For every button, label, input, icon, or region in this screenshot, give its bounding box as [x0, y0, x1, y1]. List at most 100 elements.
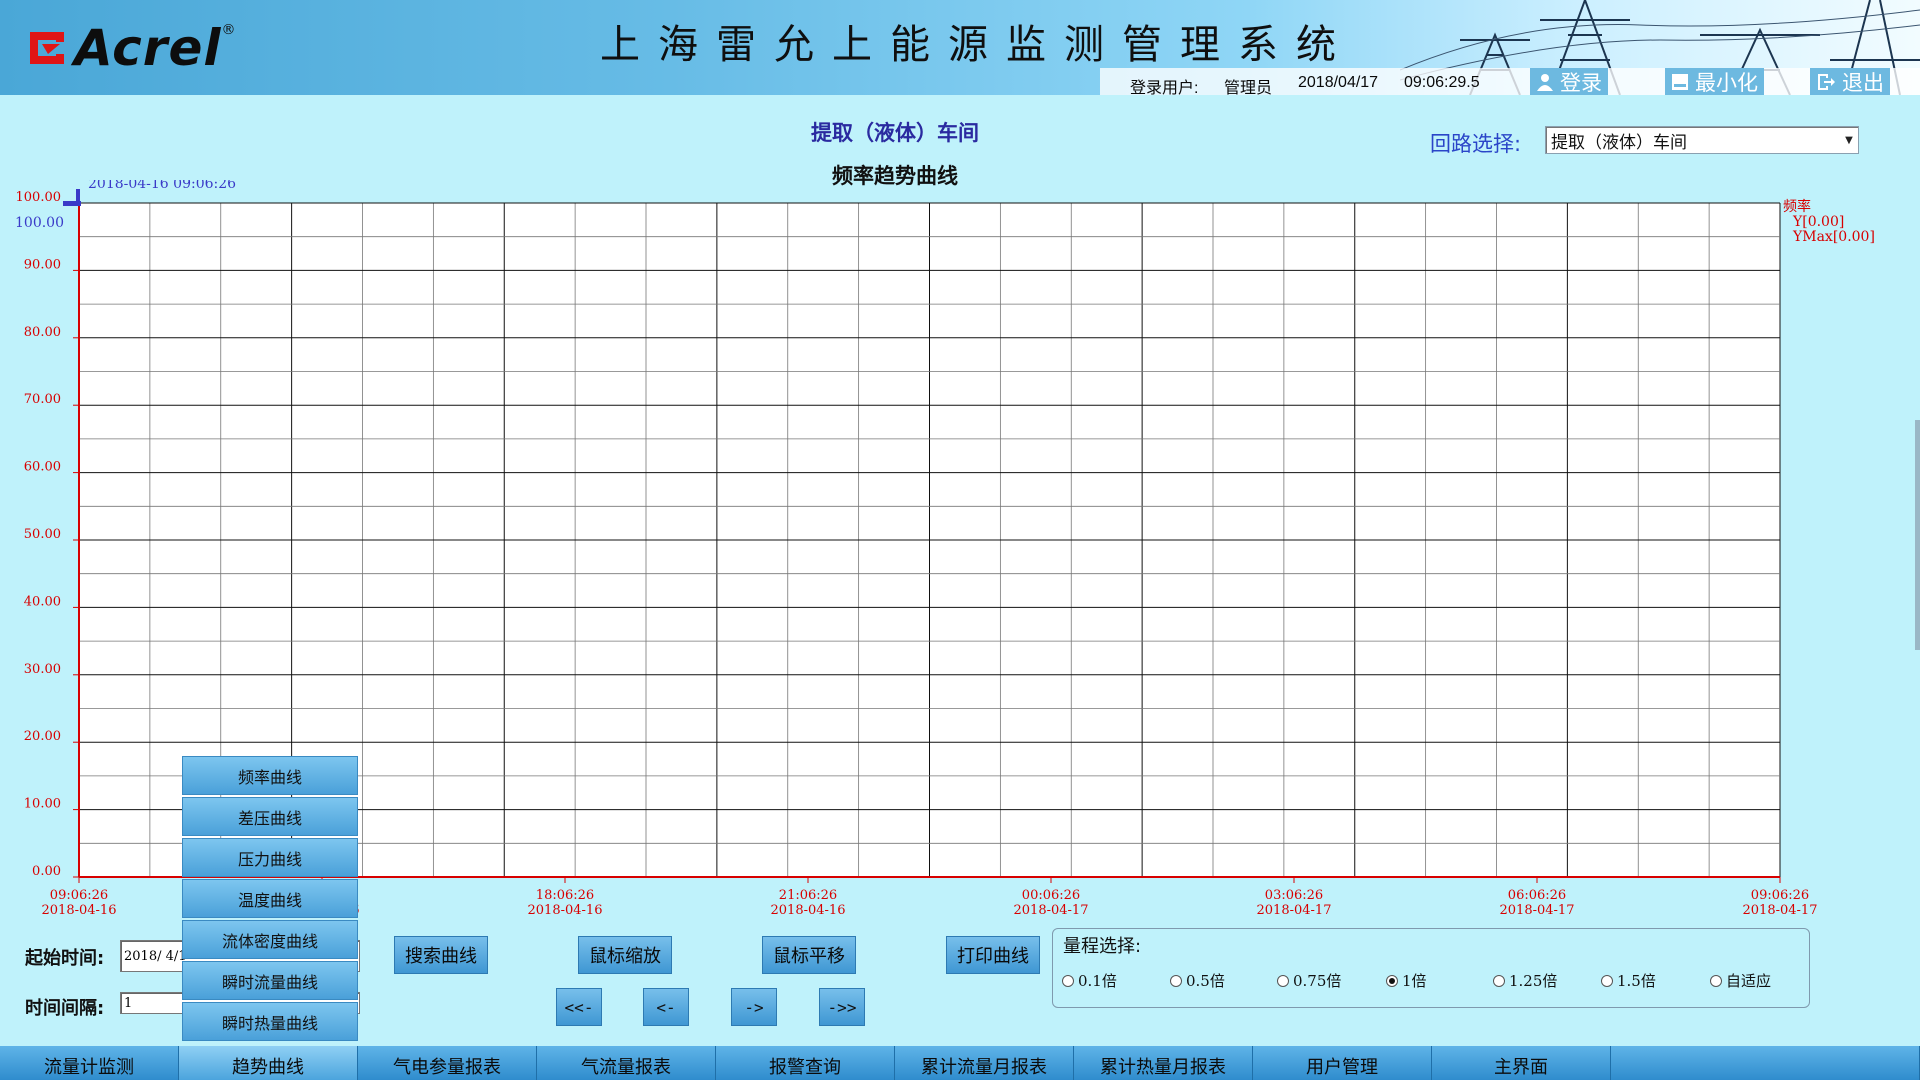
logo-mark-icon: [26, 28, 68, 68]
radio-circle-icon[interactable]: [1277, 974, 1289, 987]
range-option-radio[interactable]: 1倍: [1386, 970, 1427, 991]
nav-tab-empty: [1611, 1046, 1920, 1080]
scrollbar[interactable]: [1915, 420, 1920, 650]
circuit-select-value: 提取（液体）车间: [1551, 132, 1687, 153]
x-tick-label-date: 2018-04-16: [771, 903, 846, 918]
system-title: 上海雷允上能源监测管理系统: [600, 22, 1354, 68]
range-option-radio[interactable]: 1.5倍: [1601, 970, 1656, 991]
range-select-group: [1052, 928, 1810, 1008]
mouse-pan-button[interactable]: 鼠标平移: [762, 936, 856, 974]
x-tick-label-date: 2018-04-16: [528, 903, 603, 918]
nav-tab[interactable]: 主界面: [1432, 1046, 1611, 1080]
radio-circle-icon[interactable]: [1710, 974, 1722, 987]
app-header: Acrel ® 上海雷允上能源监测管理系统 登录用户: 管理员 2018/04/…: [0, 0, 1920, 95]
y-tick-label: 60.00: [24, 460, 61, 475]
cursor-handle-icon: [63, 201, 81, 206]
x-tick-label-date: 2018-04-16: [42, 903, 117, 918]
range-option-label: 0.5倍: [1186, 972, 1225, 990]
x-tick-label-time: 06:06:26: [1508, 888, 1566, 903]
logo-text: Acrel: [74, 19, 222, 77]
circuit-select[interactable]: 提取（液体）车间 ▼: [1545, 126, 1859, 154]
x-tick-label-time: 03:06:26: [1265, 888, 1323, 903]
y-tick-label: 100.00: [16, 190, 62, 205]
range-option-radio[interactable]: 1.25倍: [1493, 970, 1557, 991]
radio-circle-icon[interactable]: [1601, 974, 1613, 987]
range-option-label: 1倍: [1402, 972, 1427, 990]
mouse-zoom-button[interactable]: 鼠标缩放: [578, 936, 672, 974]
range-option-radio[interactable]: 0.75倍: [1277, 970, 1341, 991]
nav-tab[interactable]: 趋势曲线: [179, 1046, 358, 1080]
curve-menu-item[interactable]: 压力曲线: [182, 838, 358, 877]
nav-tab[interactable]: 累计流量月报表: [895, 1046, 1074, 1080]
y-tick-label: 20.00: [24, 729, 61, 744]
y-tick-label: 70.00: [24, 392, 61, 407]
nav-tab[interactable]: 用户管理: [1253, 1046, 1432, 1080]
radio-circle-icon[interactable]: [1062, 974, 1074, 987]
login-button-label: 登录: [1560, 70, 1602, 95]
curve-type-menu: 频率曲线 差压曲线 压力曲线 温度曲线 流体密度曲线 瞬时流量曲线 瞬时热量曲线: [182, 756, 358, 1043]
chevron-down-icon[interactable]: ▼: [1840, 128, 1858, 152]
page-last-button[interactable]: ->>: [819, 988, 865, 1026]
x-tick-label-date: 2018-04-17: [1743, 903, 1818, 918]
page-first-button[interactable]: <<-: [556, 988, 602, 1026]
x-tick-label-time: 09:06:26: [1751, 888, 1809, 903]
page-next-button[interactable]: ->: [731, 988, 777, 1026]
range-option-radio[interactable]: 0.5倍: [1170, 970, 1225, 991]
login-button[interactable]: 登录: [1530, 68, 1608, 95]
user-icon: [1537, 73, 1553, 91]
nav-tab[interactable]: 气电参量报表: [358, 1046, 537, 1080]
nav-tab[interactable]: 累计热量月报表: [1074, 1046, 1253, 1080]
range-option-label: 0.75倍: [1293, 972, 1342, 990]
search-curve-button[interactable]: 搜索曲线: [394, 936, 488, 974]
x-tick-label-time: 00:06:26: [1022, 888, 1080, 903]
circuit-select-label: 回路选择:: [1430, 132, 1522, 156]
current-date: 2018/04/17: [1298, 74, 1379, 91]
cursor-time-label: 2018-04-16 09:06:26: [88, 180, 236, 192]
curve-menu-item[interactable]: 流体密度曲线: [182, 920, 358, 959]
range-option-radio[interactable]: 自适应: [1710, 970, 1771, 991]
x-tick-label-time: 21:06:26: [779, 888, 837, 903]
radio-circle-icon[interactable]: [1493, 974, 1505, 987]
interval-label: 时间间隔:: [25, 998, 105, 1019]
nav-tab[interactable]: 流量计监测: [0, 1046, 179, 1080]
curve-menu-item[interactable]: 频率曲线: [182, 756, 358, 795]
y-tick-label: 10.00: [24, 797, 61, 812]
y-tick-label: 40.00: [24, 594, 61, 609]
y-tick-label: 90.00: [24, 257, 61, 272]
exit-icon: [1818, 73, 1835, 90]
minimize-button[interactable]: 最小化: [1665, 68, 1764, 95]
curve-menu-item[interactable]: 瞬时热量曲线: [182, 1002, 358, 1041]
logo-registered-mark: ®: [221, 22, 236, 38]
y-tick-label: 80.00: [24, 325, 61, 340]
radio-circle-icon[interactable]: [1170, 974, 1182, 987]
nav-tab[interactable]: 报警查询: [716, 1046, 895, 1080]
x-tick-label-time: 09:06:26: [50, 888, 108, 903]
curve-menu-item[interactable]: 差压曲线: [182, 797, 358, 836]
range-option-radio[interactable]: 0.1倍: [1062, 970, 1117, 991]
location-title: 提取（液体）车间: [811, 121, 979, 145]
cursor-marker-icon: [76, 189, 80, 201]
print-curve-button[interactable]: 打印曲线: [946, 936, 1040, 974]
bottom-navigation: 流量计监测 趋势曲线 气电参量报表 气流量报表 报警查询 累计流量月报表 累计热量月报表 用户…: [0, 1046, 1920, 1080]
x-tick-label-date: 2018-04-17: [1014, 903, 1089, 918]
minimize-icon: [1672, 73, 1688, 90]
login-user: 管理员: [1224, 80, 1273, 95]
x-tick-label-date: 2018-04-17: [1500, 903, 1575, 918]
nav-tab[interactable]: 气流量报表: [537, 1046, 716, 1080]
range-option-label: 自适应: [1726, 972, 1772, 990]
y-tick-label: 30.00: [24, 662, 61, 677]
exit-button[interactable]: 退出: [1810, 68, 1890, 95]
exit-button-label: 退出: [1842, 70, 1884, 95]
radio-circle-icon[interactable]: [1386, 974, 1398, 987]
acrel-logo: Acrel ®: [26, 18, 236, 78]
header-info-bar: [1100, 68, 1920, 95]
x-tick-label-time: 18:06:26: [536, 888, 594, 903]
curve-menu-item[interactable]: 温度曲线: [182, 879, 358, 918]
legend-y-value: Y[0.00]: [1792, 214, 1844, 230]
page-prev-button[interactable]: <-: [643, 988, 689, 1026]
range-option-label: 0.1倍: [1078, 972, 1117, 990]
range-option-label: 1.25倍: [1509, 972, 1558, 990]
range-select-title: 量程选择:: [1063, 936, 1142, 957]
curve-menu-item[interactable]: 瞬时流量曲线: [182, 961, 358, 1000]
legend-ymax-value: YMax[0.00]: [1792, 229, 1875, 245]
